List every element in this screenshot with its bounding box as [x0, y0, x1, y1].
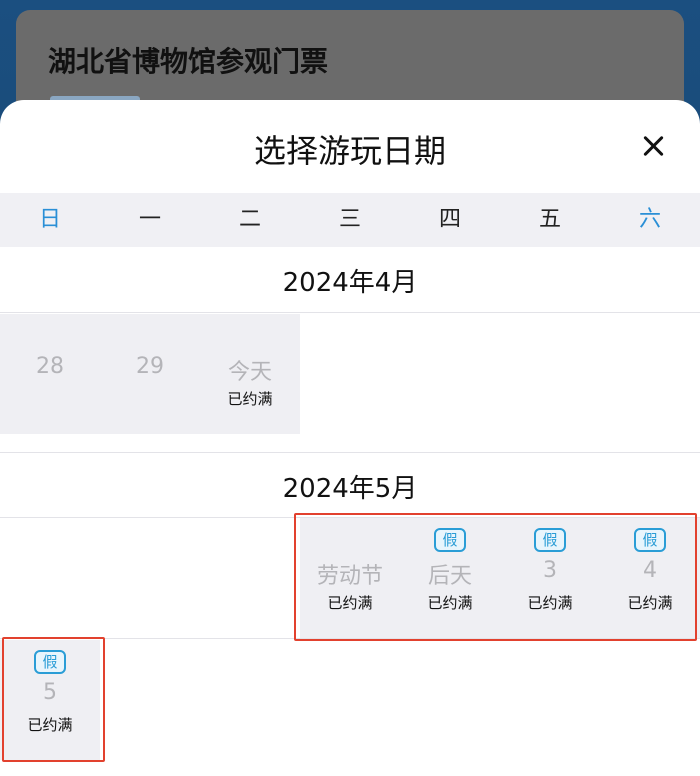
divider: [0, 452, 700, 453]
day-status: 已约满: [227, 390, 273, 408]
day-cell-apr-29[interactable]: 29: [100, 314, 200, 434]
weekday-header: 日 一 二 三 四 五 六: [0, 193, 700, 247]
weekday-sun: 日: [38, 207, 61, 232]
weekday-tue: 二: [238, 207, 261, 232]
month-label-may: 2024年5月: [282, 474, 418, 504]
divider: [0, 312, 700, 313]
highlight-box-may-5: [2, 637, 105, 762]
close-icon[interactable]: [636, 128, 672, 164]
day-number: 28: [36, 354, 64, 379]
weekday-mon: 一: [138, 207, 161, 232]
day-number: 29: [136, 354, 164, 379]
weekday-thu: 四: [438, 207, 461, 232]
weekday-sat: 六: [638, 207, 661, 232]
weekday-fri: 五: [538, 207, 561, 232]
sheet-header: 选择游玩日期: [0, 100, 700, 192]
highlight-box-may-1-4: [294, 513, 697, 641]
date-picker-sheet: 选择游玩日期 日 一 二 三 四 五 六 2024年4月 28 29 今天 已约…: [0, 100, 700, 776]
day-cell-apr-28[interactable]: 28: [0, 314, 100, 434]
ticket-title: 湖北省博物馆参观门票: [48, 45, 329, 78]
weekday-wed: 三: [338, 207, 361, 232]
day-number: 今天: [227, 360, 272, 385]
month-label-april: 2024年4月: [282, 268, 418, 298]
day-cell-today[interactable]: 今天 已约满: [200, 314, 300, 434]
sheet-title: 选择游玩日期: [253, 132, 446, 170]
